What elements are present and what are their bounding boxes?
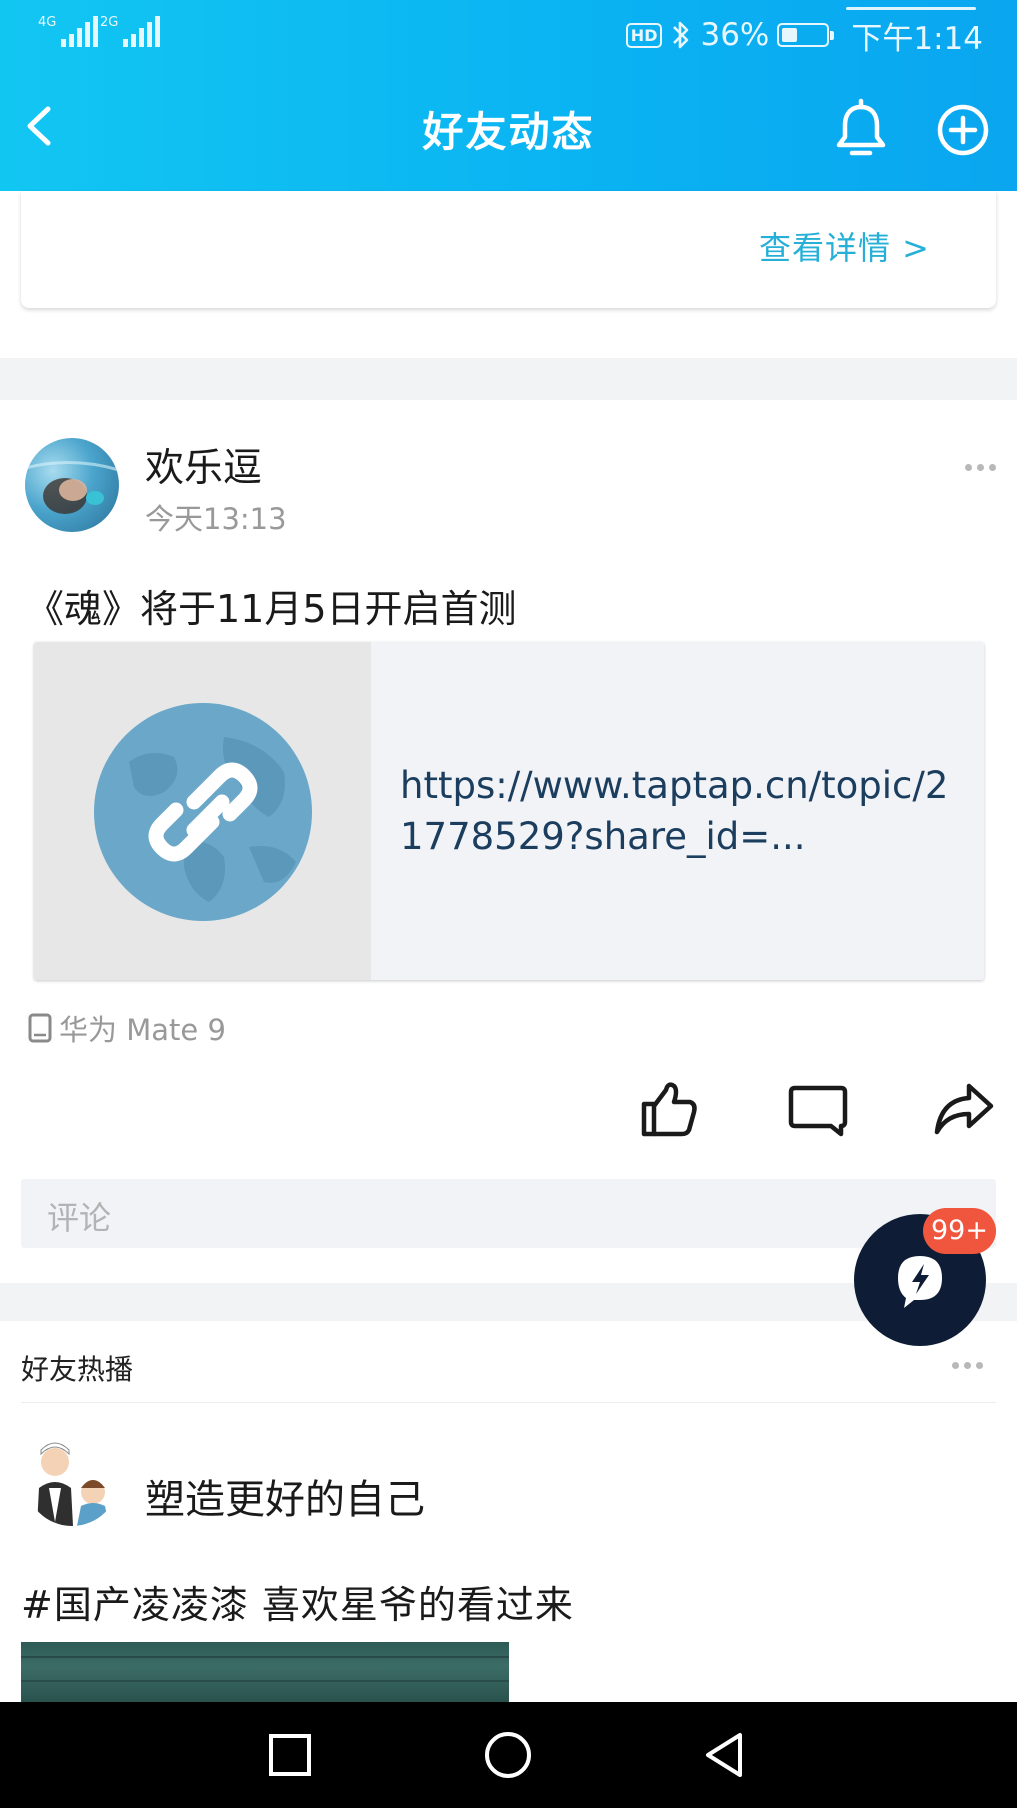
triangle-back-icon[interactable]	[700, 1730, 750, 1780]
post-time: 今天13:13	[145, 502, 287, 536]
status-right-group: HD 36% 下午1:14	[625, 12, 983, 58]
square-icon[interactable]	[265, 1730, 315, 1780]
post-text: 《魂》将于11月5日开启首测	[26, 587, 517, 631]
share-arrow-icon[interactable]	[933, 1078, 995, 1140]
notification-badge: 99+	[923, 1208, 996, 1254]
user-name[interactable]: 塑造更好的自己	[145, 1467, 425, 1525]
hd-badge: HD	[625, 22, 663, 48]
link-preview-card[interactable]: https://www.taptap.cn/topic/21778529?sha…	[34, 642, 984, 980]
thumbs-up-icon[interactable]	[638, 1078, 700, 1140]
signal-2g-label: 2G	[100, 15, 119, 30]
user-name[interactable]: 欢乐逗	[145, 437, 262, 493]
clock: 下午1:14	[851, 20, 983, 57]
view-details-link[interactable]: 查看详情 >	[759, 223, 930, 269]
previous-post-card: 查看详情 >	[21, 191, 996, 308]
link-thumbnail	[34, 642, 371, 980]
signal-2g-icon: 2G	[100, 15, 161, 47]
comment-placeholder: 评论	[47, 1199, 112, 1237]
bluetooth-icon	[673, 21, 689, 49]
more-options-icon[interactable]	[965, 464, 996, 471]
avatar[interactable]	[25, 1432, 119, 1526]
hot-section-title: 好友热播	[21, 1353, 134, 1386]
status-indicator-line	[846, 7, 976, 10]
link-globe-icon	[94, 703, 312, 921]
avatar-image	[37, 1442, 109, 1526]
bell-icon[interactable]	[828, 97, 894, 163]
signal-4g-icon: 4G	[38, 15, 99, 47]
divider	[21, 1402, 996, 1403]
comment-icon[interactable]	[787, 1078, 849, 1140]
avatar-image	[25, 461, 119, 514]
device-name: 华为 Mate 9	[59, 1013, 226, 1047]
circle-icon[interactable]	[483, 1730, 533, 1780]
signal-4g-label: 4G	[38, 15, 57, 30]
status-bar: 4G 2G HD 36% 下午1:14	[0, 0, 1017, 70]
battery-percent: 36%	[700, 17, 770, 53]
battery-icon	[777, 23, 835, 47]
plus-circle-icon[interactable]	[930, 97, 996, 163]
post-text: #国产凌凌漆 喜欢星爷的看过来	[21, 1583, 574, 1627]
link-url[interactable]: https://www.taptap.cn/topic/21778529?sha…	[400, 760, 970, 862]
post-image[interactable]	[21, 1642, 509, 1702]
more-options-icon[interactable]	[952, 1362, 983, 1369]
comment-input[interactable]: 评论	[21, 1179, 996, 1248]
phone-icon	[28, 1013, 52, 1043]
section-divider	[0, 358, 1017, 400]
avatar[interactable]	[25, 438, 119, 532]
app-header: 4G 2G HD 36% 下午1:14 好友动态	[0, 0, 1017, 191]
device-info: 华为 Mate 9	[28, 1007, 226, 1049]
system-nav-bar	[0, 1702, 1017, 1808]
